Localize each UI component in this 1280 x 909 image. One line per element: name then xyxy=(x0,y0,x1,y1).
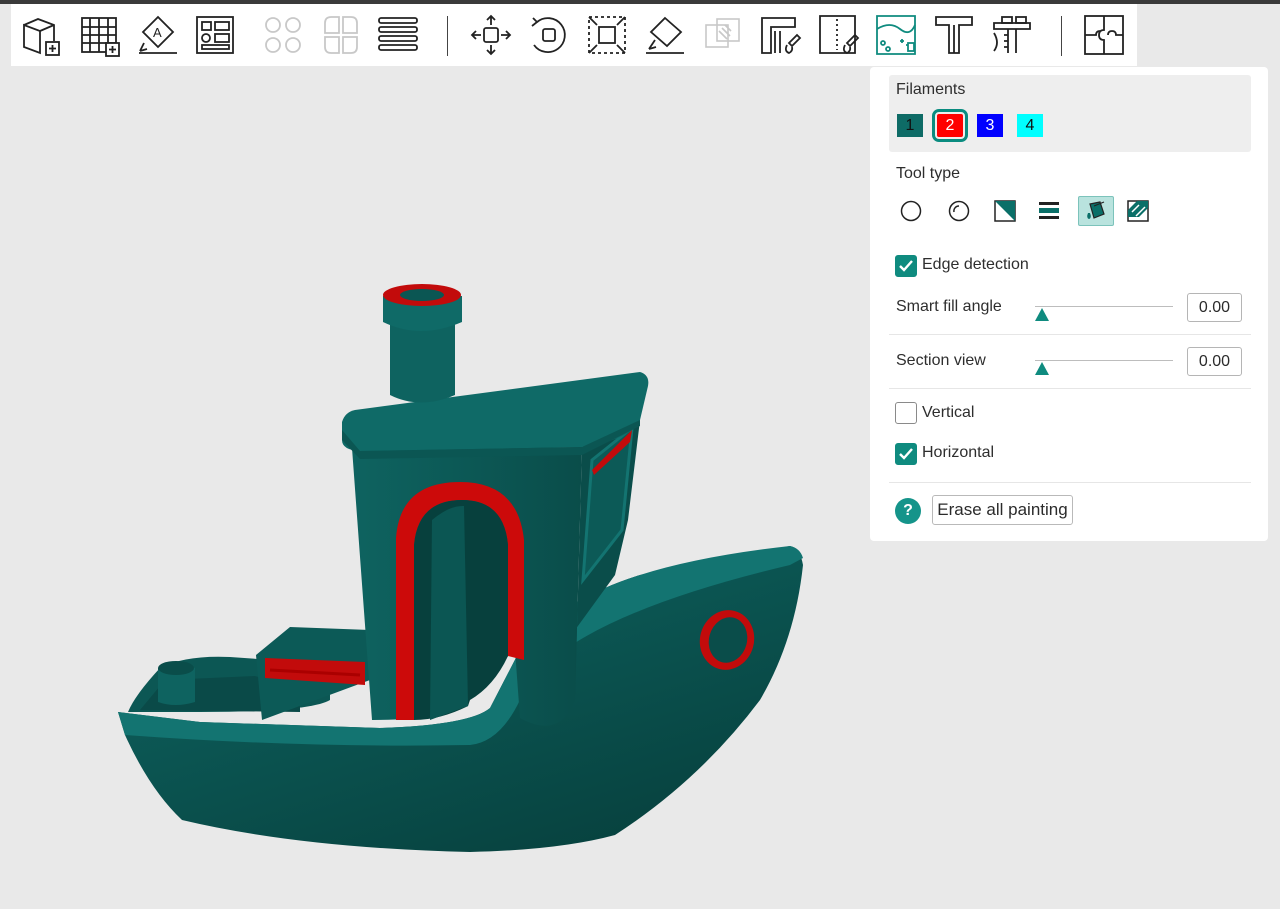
height-range-icon[interactable] xyxy=(1031,196,1067,226)
section-view-input[interactable]: 0.00 xyxy=(1187,347,1242,376)
vertical-checkbox[interactable] xyxy=(895,402,917,424)
edge-detection-label: Edge detection xyxy=(922,256,1029,273)
filament-number: 1 xyxy=(905,116,915,134)
section-view-slider-thumb[interactable] xyxy=(1035,362,1049,375)
support-paint-icon[interactable] xyxy=(758,12,804,58)
split-objects-icon[interactable] xyxy=(260,12,306,58)
horizontal-checkbox[interactable] xyxy=(895,443,917,465)
filament-number: 2 xyxy=(945,116,955,134)
help-symbol: ? xyxy=(903,502,913,519)
filament-number: 4 xyxy=(1025,116,1035,134)
divider xyxy=(889,334,1251,335)
smart-fill-angle-input[interactable]: 0.00 xyxy=(1187,293,1242,322)
filament-swatch-4[interactable]: 4 xyxy=(1017,114,1043,137)
add-plate-icon[interactable] xyxy=(77,12,123,58)
auto-orient-icon[interactable]: A xyxy=(135,12,181,58)
smart-fill-slider-track[interactable] xyxy=(1035,306,1173,307)
lay-on-face-icon[interactable] xyxy=(642,12,688,58)
text-icon[interactable] xyxy=(931,12,977,58)
scale-icon[interactable] xyxy=(584,12,630,58)
layers-icon[interactable] xyxy=(375,12,421,58)
smart-fill-angle-label: Smart fill angle xyxy=(896,298,1002,315)
filament-swatch-1[interactable]: 1 xyxy=(897,114,923,137)
divider xyxy=(889,482,1251,483)
assembly-icon[interactable] xyxy=(1081,12,1127,58)
gap-fill-icon[interactable] xyxy=(1120,196,1156,226)
sphere-brush-icon[interactable] xyxy=(941,196,977,226)
section-view-label: Section view xyxy=(896,352,986,369)
move-icon[interactable] xyxy=(468,12,514,58)
svg-text:A: A xyxy=(153,25,162,40)
arrange-icon[interactable] xyxy=(192,12,238,58)
circle-brush-icon[interactable] xyxy=(893,196,929,226)
triangle-fill-icon[interactable] xyxy=(987,196,1023,226)
add-cube-icon[interactable] xyxy=(19,12,65,58)
color-paint-icon[interactable] xyxy=(873,12,919,58)
section-view-slider-track[interactable] xyxy=(1035,360,1173,361)
color-painting-panel: Filaments 1 2 3 4 Tool type Edge detecti… xyxy=(870,67,1268,541)
filament-number: 3 xyxy=(985,116,995,134)
filament-swatch-2[interactable]: 2 xyxy=(932,109,968,142)
toolbar-separator xyxy=(1061,16,1062,56)
vertical-label: Vertical xyxy=(922,404,975,421)
erase-all-painting-button[interactable]: Erase all painting xyxy=(932,495,1073,525)
horizontal-label: Horizontal xyxy=(922,444,995,461)
main-toolbar: A xyxy=(11,4,1137,66)
seam-paint-icon[interactable] xyxy=(816,12,862,58)
boat-model[interactable] xyxy=(118,284,803,852)
tool-type-label: Tool type xyxy=(896,165,961,182)
measure-icon[interactable] xyxy=(989,12,1035,58)
filament-swatch-3[interactable]: 3 xyxy=(977,114,1003,137)
smart-fill-slider-thumb[interactable] xyxy=(1035,308,1049,321)
bucket-fill-icon[interactable] xyxy=(1078,196,1114,226)
help-icon[interactable]: ? xyxy=(895,498,921,524)
divider xyxy=(889,388,1251,389)
rotate-icon[interactable] xyxy=(526,12,572,58)
split-parts-icon[interactable] xyxy=(318,12,364,58)
toolbar-separator xyxy=(447,16,448,56)
filaments-label: Filaments xyxy=(896,81,966,98)
edge-detection-checkbox[interactable] xyxy=(895,255,917,277)
cut-icon[interactable] xyxy=(700,12,746,58)
